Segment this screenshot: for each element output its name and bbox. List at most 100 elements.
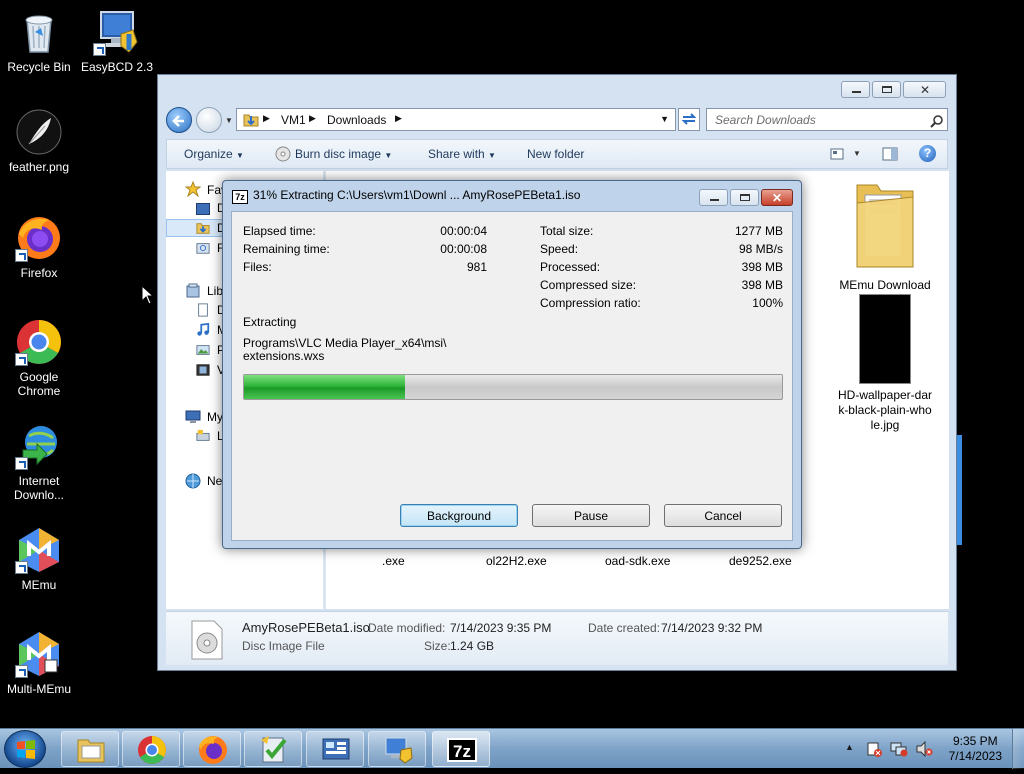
network-icon xyxy=(185,473,201,489)
dialog-close-button[interactable]: ✕ xyxy=(761,189,793,206)
organize-menu[interactable]: Organize ▼ xyxy=(184,147,244,161)
taskbar-control-panel[interactable] xyxy=(306,731,364,767)
cancel-button[interactable]: Cancel xyxy=(664,504,782,527)
shortcut-arrow-icon xyxy=(15,665,28,678)
taskbar-chrome[interactable] xyxy=(122,731,180,767)
desktop-icon-internet-download[interactable]: Internet Downlo... xyxy=(0,422,78,502)
desktop-icon-recycle-bin[interactable]: Recycle Bin xyxy=(0,8,78,74)
preview-pane-icon[interactable] xyxy=(882,147,898,161)
system-clock[interactable]: 9:35 PM 7/14/2023 xyxy=(949,734,1002,764)
stat-label: Elapsed time: xyxy=(243,224,316,238)
file-name: HD-wallpaper-dark-black-plain-whole.jpg xyxy=(837,388,933,432)
nav-network[interactable]: Ne xyxy=(207,474,222,488)
maximize-button[interactable] xyxy=(872,81,901,98)
file-name-partial[interactable]: de9252.exe xyxy=(729,554,792,568)
details-date-modified-label: Date modified: xyxy=(368,621,446,635)
pause-button[interactable]: Pause xyxy=(532,504,650,527)
desktop-icon-feather[interactable]: feather.png xyxy=(0,108,78,174)
share-with-menu[interactable]: Share with ▼ xyxy=(428,147,496,161)
desktop-icon-chrome[interactable]: Google Chrome xyxy=(0,318,78,398)
firefox-icon xyxy=(15,214,63,262)
shortcut-arrow-icon xyxy=(15,561,28,574)
taskbar-7zip[interactable]: 7z xyxy=(432,731,490,767)
stat-value-elapsed: 00:00:04 xyxy=(440,224,487,238)
current-file-path-line2: extensions.wxs xyxy=(243,349,325,363)
nav-computer[interactable]: My xyxy=(207,410,223,424)
search-input[interactable]: Search Downloads xyxy=(706,108,948,131)
feather-image-icon xyxy=(15,108,63,156)
desktop-icon-label: Google Chrome xyxy=(17,370,61,398)
disc-image-file-icon xyxy=(191,620,223,660)
taskbar-tasks-app[interactable] xyxy=(244,731,302,767)
stat-value-files: 981 xyxy=(466,260,487,274)
recent-pages-dropdown-icon[interactable]: ▼ xyxy=(225,116,233,125)
desktop-icon-label: MEmu xyxy=(21,578,57,592)
address-dropdown-icon[interactable]: ▼ xyxy=(660,114,669,124)
breadcrumb-separator-icon: ▶ xyxy=(263,113,270,123)
forward-button[interactable] xyxy=(196,107,222,133)
show-desktop-button[interactable] xyxy=(1012,729,1024,769)
refresh-button[interactable] xyxy=(678,108,700,131)
stat-label: Remaining time: xyxy=(243,242,330,256)
network-status-icon[interactable] xyxy=(890,741,908,757)
chevron-down-icon: ▼ xyxy=(384,151,393,160)
desktop-icon-multi-memu[interactable]: Multi-MEmu xyxy=(0,630,78,696)
background-button[interactable]: Background xyxy=(400,504,518,527)
selection-highlight xyxy=(957,435,962,545)
dialog-minimize-button[interactable] xyxy=(699,189,728,206)
address-bar[interactable]: ▶ VM1 ▶ Downloads ▶ ▼ xyxy=(236,108,676,131)
file-item-image[interactable]: HD-wallpaper-dark-black-plain-whole.jpg xyxy=(830,294,940,433)
extract-progress-dialog: 7z 31% Extracting C:\Users\vm1\Downl ...… xyxy=(222,180,802,549)
current-file-path-line1: Programs\VLC Media Player_x64\msi\ xyxy=(243,336,447,350)
navigation-bar: ▼ ▶ VM1 ▶ Downloads ▶ ▼ Search Downloads xyxy=(164,105,950,135)
stat-label: Compressed size: xyxy=(540,278,637,292)
action-center-icon[interactable] xyxy=(866,741,882,757)
file-item-folder[interactable]: MEmu Download xyxy=(830,177,940,292)
stat-value-remaining: 00:00:08 xyxy=(440,242,487,256)
documents-icon xyxy=(198,303,208,317)
nav-libraries[interactable]: Lib xyxy=(207,284,223,298)
details-size: 1.24 GB xyxy=(450,639,495,653)
volume-muted-icon[interactable] xyxy=(915,741,933,757)
taskbar-firefox[interactable] xyxy=(183,731,241,767)
file-name-partial[interactable]: ol22H2.exe xyxy=(486,554,547,568)
burn-disc-image-button[interactable]: Burn disc image ▼ xyxy=(275,146,393,162)
details-pane: AmyRosePEBeta1.iso Disc Image File Date … xyxy=(166,611,948,665)
stat-label: Files: xyxy=(243,260,272,274)
breadcrumb-item-downloads[interactable]: Downloads xyxy=(327,113,386,127)
desktop-icon-firefox[interactable]: Firefox xyxy=(0,214,78,280)
desktop-icon-easybcd[interactable]: EasyBCD 2.3 xyxy=(78,8,156,74)
file-name-partial[interactable]: oad-sdk.exe xyxy=(605,554,670,568)
help-icon[interactable]: ? xyxy=(919,145,936,162)
taskbar-explorer[interactable] xyxy=(61,731,119,767)
progress-fill xyxy=(244,375,406,399)
breadcrumb-item-vm1[interactable]: VM1 xyxy=(281,113,306,127)
minimize-button[interactable] xyxy=(841,81,870,98)
file-name-partial[interactable]: .exe xyxy=(382,554,405,568)
dialog-maximize-button[interactable] xyxy=(730,189,759,206)
new-folder-button[interactable]: New folder xyxy=(527,147,584,161)
show-hidden-icons-icon[interactable]: ▲ xyxy=(845,742,854,752)
folder-icon xyxy=(856,184,914,268)
easybcd-icon xyxy=(385,737,413,764)
organize-label: Organize xyxy=(184,147,233,161)
taskbar-easybcd[interactable] xyxy=(368,731,426,767)
dialog-caption-buttons: ✕ xyxy=(699,189,793,206)
refresh-icon xyxy=(681,113,697,125)
computer-icon xyxy=(185,410,201,423)
details-date-created: 7/14/2023 9:32 PM xyxy=(661,621,763,635)
desktop-icon-memu[interactable]: MEmu xyxy=(0,526,78,592)
change-view-icon[interactable] xyxy=(830,148,844,160)
disc-icon xyxy=(275,146,291,162)
back-button[interactable] xyxy=(166,107,192,133)
share-label: Share with xyxy=(428,147,485,161)
close-button[interactable]: ✕ xyxy=(903,81,946,98)
search-icon[interactable] xyxy=(930,114,944,128)
easybcd-icon xyxy=(93,8,141,56)
view-dropdown-icon[interactable]: ▼ xyxy=(853,149,861,158)
local-disk-icon xyxy=(196,429,210,441)
details-date-created-label: Date created: xyxy=(588,621,661,635)
details-filename: AmyRosePEBeta1.iso xyxy=(242,620,370,635)
details-size-label: Size: xyxy=(424,639,451,653)
start-button[interactable] xyxy=(4,730,46,768)
